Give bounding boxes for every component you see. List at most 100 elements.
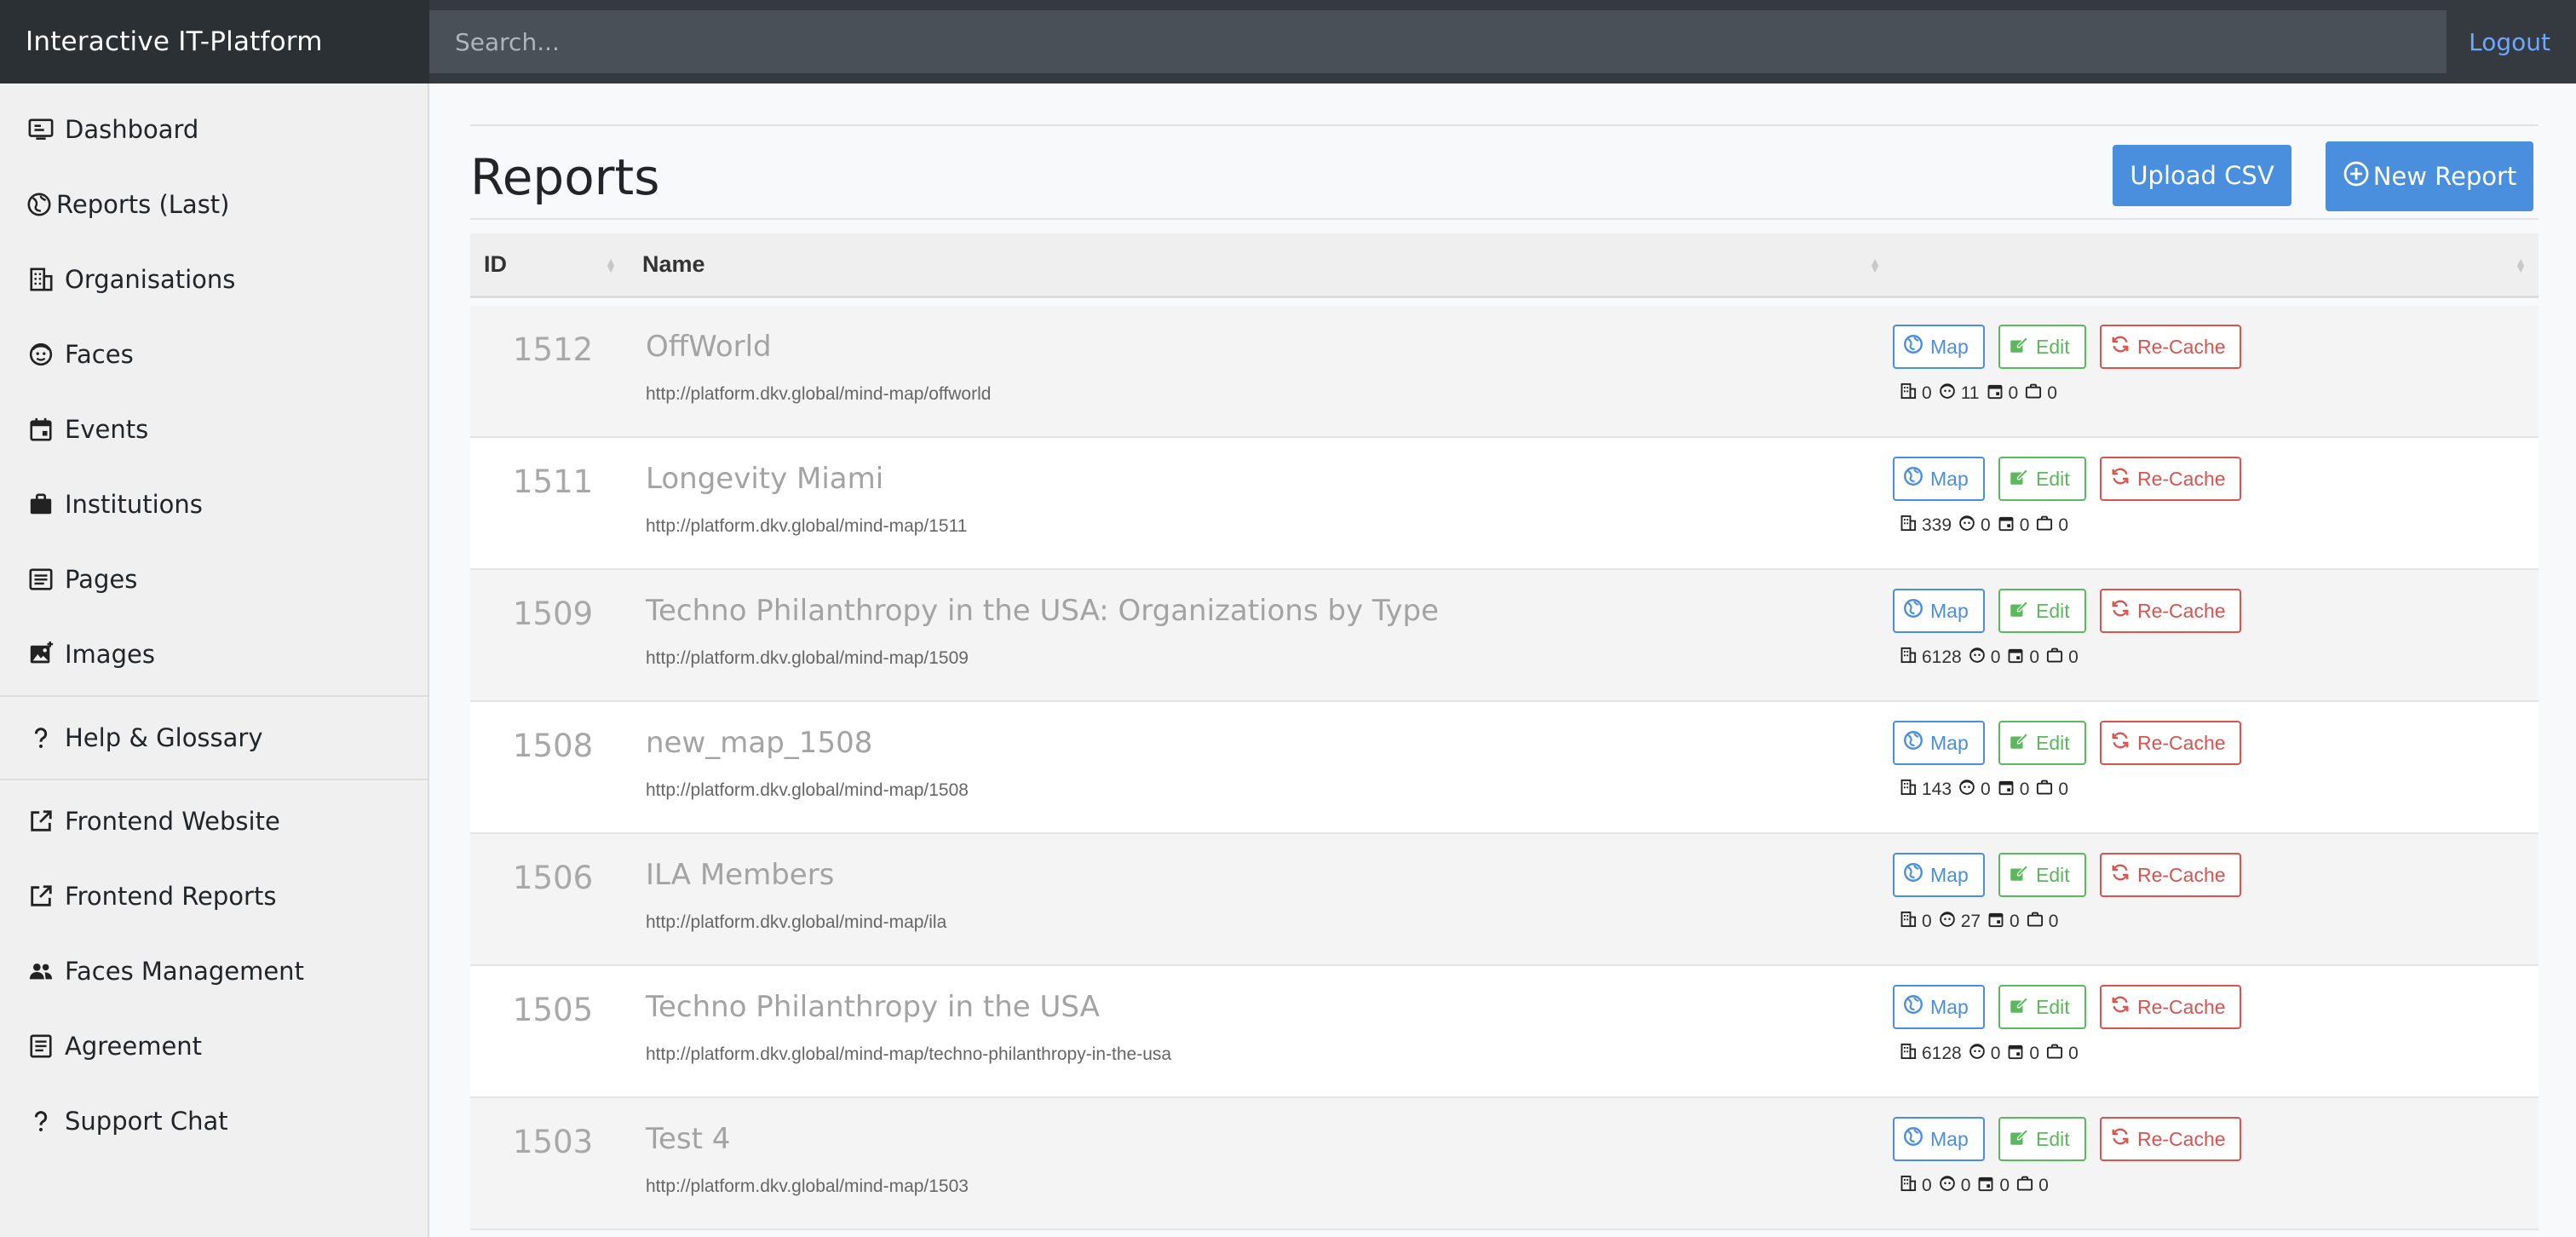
main-content: Reports Upload CSV New Report ID ▲ ▼ Name…	[429, 83, 2576, 1237]
building-icon	[1900, 383, 1922, 405]
stat-value: 6128	[1922, 647, 1962, 667]
edit-button[interactable]: Edit	[1998, 985, 2086, 1029]
refresh-icon	[2110, 466, 2137, 492]
face-icon	[1958, 515, 1981, 537]
column-header-name[interactable]: Name ▲ ▼	[629, 233, 1893, 296]
table-row: 1503 Test 4 http://platform.dkv.global/m…	[470, 1098, 2539, 1230]
stat-institutions: 0	[2016, 1175, 2049, 1197]
report-name-cell: Test 4 http://platform.dkv.global/mind-m…	[629, 1098, 1893, 1228]
column-header-id[interactable]: ID ▲ ▼	[470, 233, 629, 296]
recache-button[interactable]: Re-Cache	[2100, 325, 2241, 369]
sidebar-item-label: Pages	[65, 565, 138, 594]
action-buttons: Map Edit Re-Cache	[1893, 853, 2539, 897]
recache-button[interactable]: Re-Cache	[2100, 457, 2241, 501]
calendar-icon	[2007, 1043, 2029, 1065]
globe-icon	[1903, 730, 1930, 756]
face-icon	[1969, 647, 1991, 669]
recache-button[interactable]: Re-Cache	[2100, 721, 2241, 765]
report-name[interactable]: new_map_1508	[646, 726, 1893, 760]
report-name[interactable]: Longevity Miami	[646, 462, 1893, 496]
sidebar-item-images[interactable]: Images	[0, 617, 428, 692]
face-icon	[1958, 779, 1981, 801]
map-button[interactable]: Map	[1893, 1117, 1985, 1161]
sidebar-item-events[interactable]: Events	[0, 392, 428, 467]
recache-button[interactable]: Re-Cache	[2100, 1117, 2241, 1161]
stat-value: 27	[1960, 912, 1981, 931]
edit-button[interactable]: Edit	[1998, 589, 2086, 633]
plus-circle-icon	[2343, 160, 2373, 193]
edit-button[interactable]: Edit	[1998, 457, 2086, 501]
report-url[interactable]: http://platform.dkv.global/mind-map/1509	[646, 648, 1893, 669]
logout-link[interactable]: Logout	[2469, 28, 2550, 56]
report-url[interactable]: http://platform.dkv.global/mind-map/ila	[646, 912, 1893, 933]
refresh-icon	[2110, 598, 2137, 624]
recache-button[interactable]: Re-Cache	[2100, 853, 2241, 897]
sidebar-item-institutions[interactable]: Institutions	[0, 467, 428, 542]
new-report-button[interactable]: New Report	[2326, 141, 2533, 211]
calendar-icon	[1998, 779, 2020, 801]
edit-button[interactable]: Edit	[1998, 1117, 2086, 1161]
sidebar-main-group: Dashboard Reports (Last) Organisations F…	[0, 83, 428, 692]
sidebar-item-dashboard[interactable]: Dashboard	[0, 92, 428, 167]
search-input[interactable]	[429, 10, 2447, 73]
map-button[interactable]: Map	[1893, 325, 1985, 369]
map-button[interactable]: Map	[1893, 457, 1985, 501]
sidebar-item-label: Events	[65, 415, 149, 444]
stat-value: 0	[1999, 1176, 2010, 1195]
recache-button[interactable]: Re-Cache	[2100, 985, 2241, 1029]
sidebar-item-frontend-reports[interactable]: Frontend Reports	[0, 859, 428, 934]
report-id: 1509	[513, 595, 594, 632]
sidebar-item-agreement[interactable]: Agreement	[0, 1009, 428, 1084]
upload-csv-button[interactable]: Upload CSV	[2113, 145, 2291, 206]
report-name-cell: ILA Members http://platform.dkv.global/m…	[629, 834, 1893, 964]
map-button[interactable]: Map	[1893, 721, 1985, 765]
stat-value: 0	[2068, 1044, 2079, 1063]
sidebar-item-pages[interactable]: Pages	[0, 542, 428, 617]
edit-button-label: Edit	[2036, 995, 2070, 1018]
report-name[interactable]: Techno Philanthropy in the USA	[646, 990, 1893, 1024]
report-id: 1505	[513, 992, 594, 1028]
report-url[interactable]: http://platform.dkv.global/mind-map/offw…	[646, 384, 1893, 405]
page-title: Reports	[470, 148, 660, 206]
report-name[interactable]: Techno Philanthropy in the USA: Organiza…	[646, 594, 1893, 628]
report-url[interactable]: http://platform.dkv.global/mind-map/1511	[646, 516, 1893, 537]
building-icon	[1900, 515, 1922, 537]
map-button[interactable]: Map	[1893, 589, 1985, 633]
recache-button[interactable]: Re-Cache	[2100, 589, 2241, 633]
stat-institutions: 0	[2046, 647, 2079, 669]
sidebar-item-support-chat[interactable]: Support Chat	[0, 1084, 428, 1159]
sidebar-divider	[0, 695, 428, 697]
map-button[interactable]: Map	[1893, 853, 1985, 897]
report-name[interactable]: Test 4	[646, 1122, 1893, 1156]
edit-button[interactable]: Edit	[1998, 721, 2086, 765]
map-button[interactable]: Map	[1893, 985, 1985, 1029]
sidebar-item-frontend-website[interactable]: Frontend Website	[0, 784, 428, 859]
stat-value: 339	[1922, 515, 1952, 535]
action-buttons: Map Edit Re-Cache	[1893, 325, 2539, 369]
question-icon	[27, 1108, 55, 1135]
calendar-icon	[1987, 911, 2010, 933]
report-name[interactable]: ILA Members	[646, 858, 1893, 892]
briefcase-icon	[2046, 1043, 2068, 1065]
brand-title[interactable]: Interactive IT-Platform	[0, 0, 429, 83]
upload-csv-label: Upload CSV	[2130, 161, 2274, 190]
report-name[interactable]: OffWorld	[646, 330, 1893, 364]
sidebar-item-faces-management[interactable]: Faces Management	[0, 934, 428, 1009]
sidebar-item-organisations[interactable]: Organisations	[0, 242, 428, 317]
recache-button-label: Re-Cache	[2137, 335, 2226, 358]
sidebar-item-faces[interactable]: Faces	[0, 317, 428, 392]
sidebar-item-reports-last[interactable]: Reports (Last)	[0, 167, 428, 242]
edit-button[interactable]: Edit	[1998, 325, 2086, 369]
stat-value: 0	[2029, 647, 2040, 667]
stat-institutions: 0	[2036, 515, 2068, 537]
external-link-icon	[27, 883, 55, 910]
calendar-icon	[1987, 383, 2009, 405]
sidebar-item-help[interactable]: Help & Glossary	[0, 700, 428, 775]
report-url[interactable]: http://platform.dkv.global/mind-map/tech…	[646, 1044, 1893, 1065]
briefcase-icon	[27, 491, 55, 518]
report-url[interactable]: http://platform.dkv.global/mind-map/1508	[646, 780, 1893, 801]
edit-button[interactable]: Edit	[1998, 853, 2086, 897]
column-header-actions[interactable]: ▲ ▼	[1893, 233, 2539, 296]
report-actions: Map Edit Re-Cache 0 27 0 0	[1893, 834, 2539, 964]
report-url[interactable]: http://platform.dkv.global/mind-map/1503	[646, 1177, 1893, 1197]
